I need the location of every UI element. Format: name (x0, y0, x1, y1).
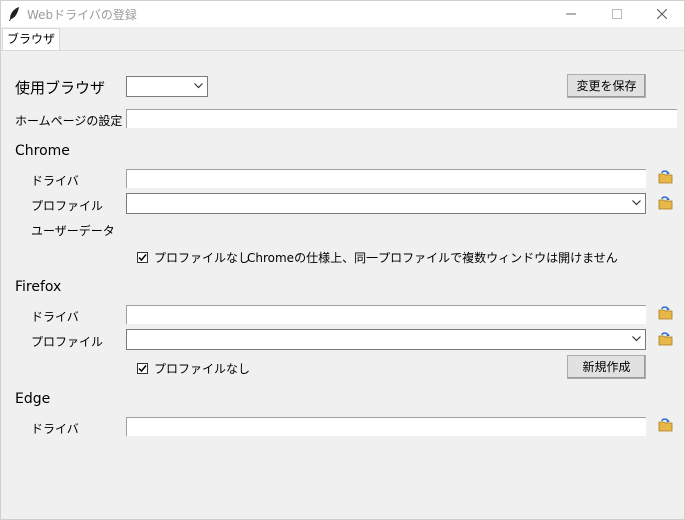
chrome-driver-label: ドライバ (31, 174, 79, 188)
tab-bar: ブラウザ (1, 27, 684, 51)
firefox-profile-label: プロファイル (31, 335, 104, 349)
edge-section-label: Edge (15, 391, 51, 407)
tab-browser[interactable]: ブラウザ (2, 28, 61, 50)
firefox-driver-input[interactable] (126, 305, 646, 324)
browser-select-label: 使用ブラウザ (15, 79, 106, 97)
folder-open-icon[interactable] (658, 169, 674, 185)
chrome-driver-input[interactable] (126, 169, 646, 188)
homepage-input[interactable] (126, 109, 677, 128)
chrome-userdata-label: ユーザーデータ (31, 224, 115, 238)
checkmark-icon (138, 365, 147, 373)
maximize-button[interactable] (594, 1, 640, 27)
save-button[interactable]: 変更を保存 (567, 74, 646, 98)
chevron-down-icon (194, 83, 203, 89)
chrome-note: Chromeの仕様上、同一プロファイルで複数ウィンドウは開けません (247, 251, 618, 265)
checkbox-box[interactable] (137, 252, 148, 263)
chrome-no-profile-label: プロファイルなし (154, 251, 251, 265)
checkbox-box[interactable] (137, 363, 148, 374)
close-button[interactable] (639, 1, 685, 27)
folder-open-icon[interactable] (658, 417, 674, 433)
firefox-no-profile-label: プロファイルなし (154, 362, 251, 376)
firefox-driver-label: ドライバ (31, 310, 79, 324)
chevron-down-icon (632, 336, 641, 342)
edge-driver-input[interactable] (126, 417, 646, 436)
firefox-profile-select[interactable] (126, 329, 646, 350)
chrome-profile-label: プロファイル (31, 199, 104, 213)
maximize-icon (612, 9, 622, 19)
chrome-profile-select[interactable] (126, 193, 646, 214)
browser-select[interactable] (126, 76, 208, 97)
edge-driver-label: ドライバ (31, 422, 79, 436)
minimize-icon (566, 13, 576, 15)
folder-open-icon[interactable] (658, 195, 674, 211)
firefox-no-profile-checkbox[interactable]: プロファイルなし (137, 360, 250, 377)
folder-open-icon[interactable] (658, 331, 674, 347)
chrome-section-label: Chrome (15, 143, 70, 159)
window-title: Webドライバの登録 (27, 8, 137, 22)
new-profile-button[interactable]: 新規作成 (567, 355, 646, 379)
app-window: Webドライバの登録 ブラウザ 使用ブラウザ 変更を保存 ホームページの設定 C… (0, 0, 685, 520)
minimize-button[interactable] (548, 1, 594, 27)
title-bar: Webドライバの登録 (1, 1, 684, 27)
folder-open-icon[interactable] (658, 305, 674, 321)
firefox-section-label: Firefox (15, 279, 62, 295)
feather-icon (9, 7, 19, 21)
homepage-label: ホームページの設定 (15, 114, 123, 128)
chrome-no-profile-checkbox[interactable]: プロファイルなし (137, 249, 250, 266)
close-icon (656, 8, 668, 20)
checkmark-icon (138, 254, 147, 262)
chevron-down-icon (632, 200, 641, 206)
